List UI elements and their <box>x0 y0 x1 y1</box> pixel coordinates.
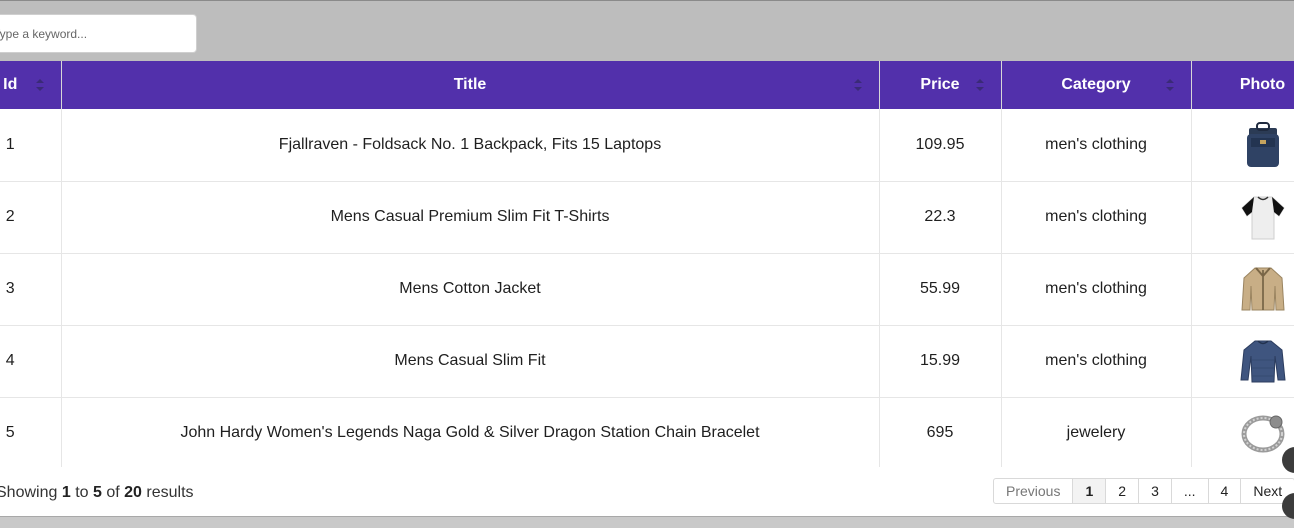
cell-price: 22.3 <box>879 181 1002 254</box>
page-button-1[interactable]: 1 <box>1073 479 1107 503</box>
cell-title: Mens Cotton Jacket <box>61 253 880 326</box>
cell-title: Fjallraven - Foldsack No. 1 Backpack, Fi… <box>61 109 880 182</box>
sort-icon[interactable] <box>35 79 44 91</box>
cell-price: 15.99 <box>879 325 1002 398</box>
summary-to-word: to <box>75 484 89 501</box>
sort-icon[interactable] <box>1165 79 1174 91</box>
cell-id: 2 <box>0 181 62 254</box>
table-row: 5 John Hardy Women's Legends Naga Gold &… <box>0 397 1294 469</box>
summary-prefix: Showing <box>0 484 58 501</box>
header-price[interactable]: Price <box>879 61 1002 109</box>
products-table: Id Title Price Category Photo 1 Fjallrav… <box>0 61 1294 469</box>
bracelet-photo <box>1241 415 1284 452</box>
sort-icon[interactable] <box>853 79 862 91</box>
header-label: Title <box>453 76 487 93</box>
summary-of-word: of <box>106 484 120 501</box>
backpack-photo <box>1246 121 1279 167</box>
summary-total: 20 <box>124 484 142 501</box>
longsleeve-photo <box>1239 340 1286 383</box>
page-button-4[interactable]: 4 <box>1209 479 1242 503</box>
summary-to: 5 <box>92 484 102 501</box>
table-row: 3 Mens Cotton Jacket 55.99 men's clothin… <box>0 253 1294 326</box>
cell-photo <box>1191 109 1294 182</box>
table-footer: Showing 1 to 5 of 20 results Previous 1 … <box>0 467 1294 516</box>
header-label: Id <box>3 76 18 93</box>
header-id[interactable]: Id <box>0 61 62 109</box>
cell-photo <box>1191 397 1294 469</box>
cell-title: Mens Casual Slim Fit <box>61 325 880 398</box>
cell-category: men's clothing <box>1001 325 1192 398</box>
summary-suffix: results <box>146 484 194 501</box>
page-button-3[interactable]: 3 <box>1139 479 1172 503</box>
table-row: 4 Mens Casual Slim Fit 15.99 men's cloth… <box>0 325 1294 398</box>
jacket-photo <box>1240 267 1285 311</box>
sort-icon[interactable] <box>975 79 984 91</box>
cell-category: men's clothing <box>1001 181 1192 254</box>
pagination: Previous 1 2 3 ... 4 Next <box>993 478 1294 504</box>
cell-price: 695 <box>879 397 1002 469</box>
cell-id: 4 <box>0 325 62 398</box>
cell-id: 3 <box>0 253 62 326</box>
cell-id: 5 <box>0 397 62 469</box>
search-box[interactable] <box>0 14 197 53</box>
header-label: Photo <box>1239 76 1286 93</box>
search-input[interactable] <box>0 15 196 52</box>
cell-id: 1 <box>0 109 62 182</box>
bottom-bar <box>0 516 1294 528</box>
tshirt-photo <box>1240 196 1285 240</box>
products-table-panel: Id Title Price Category Photo 1 Fjallrav… <box>0 61 1294 516</box>
cell-price: 55.99 <box>879 253 1002 326</box>
header-title[interactable]: Title <box>61 61 880 109</box>
cell-price: 109.95 <box>879 109 1002 182</box>
header-label: Category <box>1061 76 1131 93</box>
cell-category: men's clothing <box>1001 109 1192 182</box>
cell-title: Mens Casual Premium Slim Fit T-Shirts <box>61 181 880 254</box>
cell-category: men's clothing <box>1001 253 1192 326</box>
cell-photo <box>1191 253 1294 326</box>
page-button-2[interactable]: 2 <box>1106 479 1140 503</box>
header-label: Price <box>920 76 960 93</box>
cell-title: John Hardy Women's Legends Naga Gold & S… <box>61 397 880 469</box>
top-border <box>0 0 1294 1</box>
header-category[interactable]: Category <box>1001 61 1192 109</box>
table-row: 1 Fjallraven - Foldsack No. 1 Backpack, … <box>0 109 1294 182</box>
table-row: 2 Mens Casual Premium Slim Fit T-Shirts … <box>0 181 1294 254</box>
previous-page-button[interactable]: Previous <box>994 479 1074 503</box>
cell-photo <box>1191 325 1294 398</box>
cell-photo <box>1191 181 1294 254</box>
summary-from: 1 <box>61 484 71 501</box>
table-header-row: Id Title Price Category Photo <box>0 61 1294 109</box>
cell-category: jewelery <box>1001 397 1192 469</box>
header-photo[interactable]: Photo <box>1191 61 1294 109</box>
page-ellipsis: ... <box>1172 479 1209 503</box>
results-summary: Showing 1 to 5 of 20 results <box>0 484 194 502</box>
